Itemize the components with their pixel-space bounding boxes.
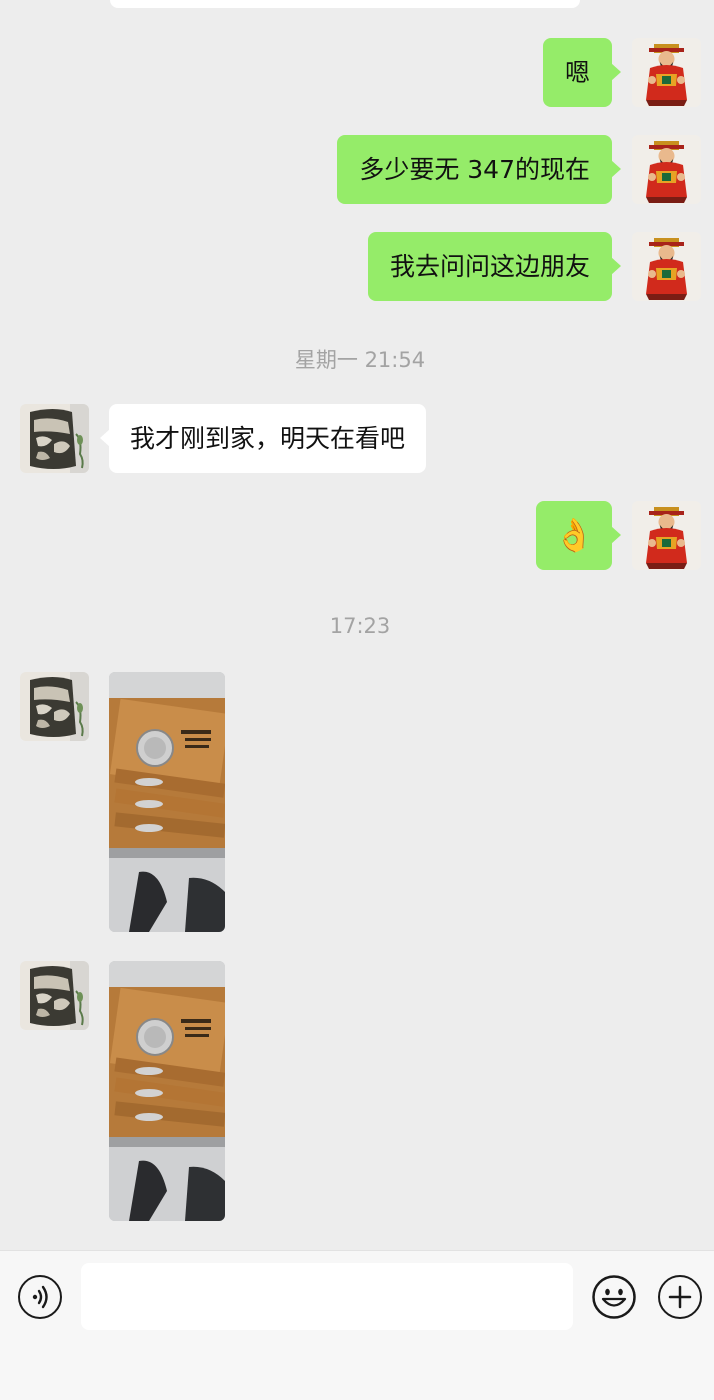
contact-avatar[interactable] [20, 961, 89, 1030]
message-bubble-self[interactable]: 我去问问这边朋友 [367, 232, 622, 301]
self-avatar[interactable] [632, 232, 701, 301]
ok-hand-emoji-icon: 👌 [554, 516, 594, 554]
more-button[interactable] [658, 1275, 702, 1319]
input-bar [0, 1250, 714, 1400]
timestamp: 17:23 [329, 614, 391, 638]
voice-button[interactable] [18, 1275, 62, 1319]
plus-icon [668, 1285, 692, 1309]
image-message[interactable] [109, 961, 225, 1221]
message-bubble-other[interactable]: 我才刚到家，明天在看吧 [99, 404, 427, 473]
self-avatar[interactable] [632, 135, 701, 204]
emoji-smile-icon [592, 1275, 636, 1319]
chat-area[interactable]: 嗯 多少要无 347的现在 我去问问这边朋友 星期一 21:54 我才刚到家，明… [0, 0, 714, 1250]
self-avatar[interactable] [632, 501, 701, 570]
photo-coin-cards-icon [109, 672, 225, 932]
image-message[interactable] [109, 672, 225, 932]
emoji-button[interactable] [591, 1274, 637, 1320]
self-avatar[interactable] [632, 38, 701, 107]
partial-message-bubble [110, 0, 580, 8]
timestamp: 星期一 21:54 [294, 348, 426, 372]
contact-avatar[interactable] [20, 672, 89, 741]
message-bubble-self-emoji[interactable]: 👌 [536, 501, 621, 570]
contact-avatar[interactable] [20, 404, 89, 473]
voice-icon [32, 1285, 48, 1309]
message-input[interactable] [81, 1263, 573, 1330]
message-bubble-self[interactable]: 多少要无 347的现在 [337, 135, 621, 204]
message-bubble-self[interactable]: 嗯 [542, 38, 622, 107]
photo-coin-cards-icon [109, 961, 225, 1221]
